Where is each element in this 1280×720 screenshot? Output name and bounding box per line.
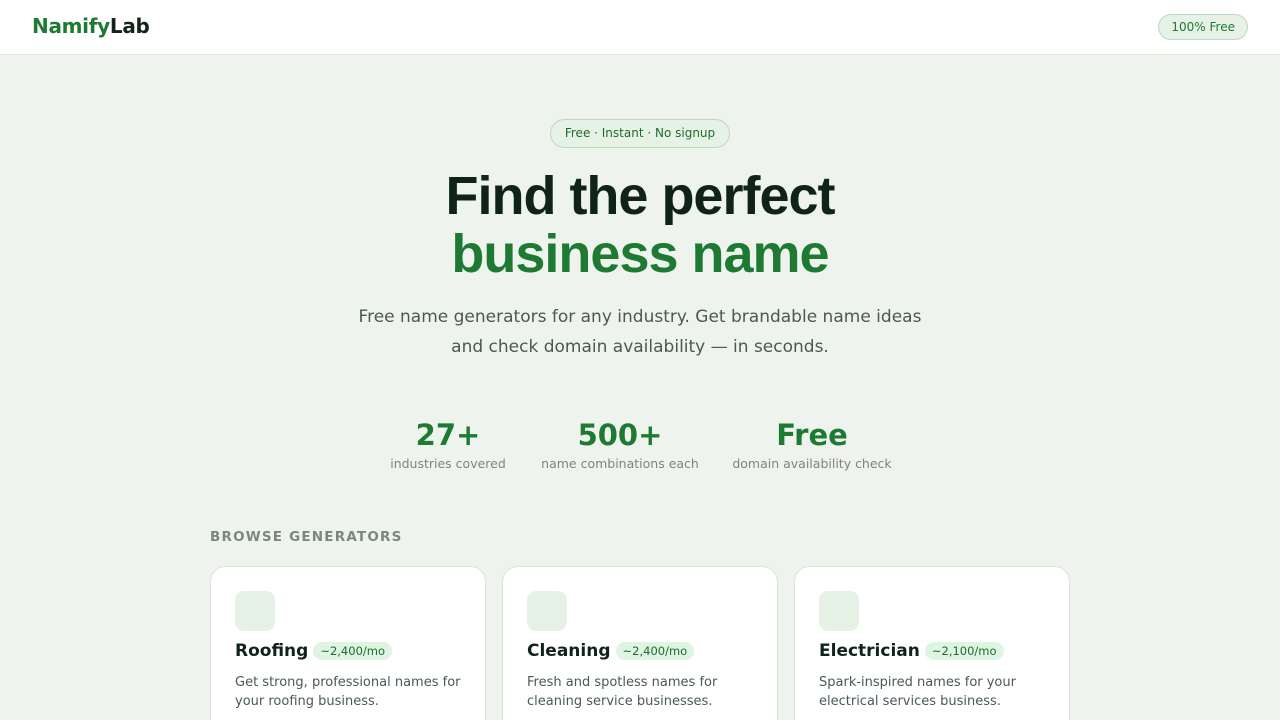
generator-card-cleaning[interactable]: Cleaning ~2,400/mo Fresh and spotless na… (502, 566, 778, 720)
logo-part-lab: Lab (109, 14, 150, 38)
cleaning-icon (527, 591, 567, 631)
hero-title-line2: business name (451, 224, 829, 284)
stat-label: industries covered (390, 456, 506, 471)
card-description: Spark-inspired names for your electrical… (819, 675, 1016, 709)
generator-card-roofing[interactable]: Roofing ~2,400/mo Get strong, profession… (210, 566, 486, 720)
generator-card-electrician[interactable]: Electrician ~2,100/mo Spark-inspired nam… (794, 566, 1070, 720)
card-title: Cleaning (527, 641, 611, 661)
stat-industries: 27+ industries covered (388, 418, 508, 471)
stat-value: 500+ (577, 418, 663, 452)
card-description: Get strong, professional names for your … (235, 675, 461, 709)
stat-value: 27+ (415, 418, 481, 452)
card-title-row: Electrician ~2,100/mo (819, 641, 1004, 661)
hero-title-line1: Find the perfect (445, 166, 835, 226)
stat-label: domain availability check (732, 456, 892, 471)
stat-combinations: 500+ name combinations each (540, 418, 700, 471)
stat-value: Free (776, 418, 848, 452)
stat-label: name combinations each (541, 456, 699, 471)
hero-subtitle: Free name generators for any industry. G… (358, 307, 922, 357)
search-volume-badge: ~2,100/mo (924, 642, 1004, 660)
browse-generators-heading: BROWSE GENERATORS (210, 529, 403, 545)
card-title-row: Cleaning ~2,400/mo (527, 641, 695, 661)
card-title: Roofing (235, 641, 309, 661)
electrician-icon (819, 591, 859, 631)
logo-part-namify: Namify (32, 14, 110, 38)
roofing-icon (235, 591, 275, 631)
search-volume-badge: ~2,400/mo (313, 642, 392, 660)
free-badge: 100% Free (1158, 14, 1248, 40)
card-title-row: Roofing ~2,400/mo (235, 641, 392, 661)
hero-badge: Free · Instant · No signup (550, 119, 730, 148)
card-title: Electrician (819, 641, 920, 661)
card-description: Fresh and spotless names for cleaning se… (527, 675, 718, 709)
stat-domain-check: Free domain availability check (732, 418, 892, 471)
search-volume-badge: ~2,400/mo (615, 642, 695, 660)
top-nav-bar: NamifyLab 100% Free (0, 0, 1280, 55)
site-logo[interactable]: NamifyLab (32, 14, 150, 38)
